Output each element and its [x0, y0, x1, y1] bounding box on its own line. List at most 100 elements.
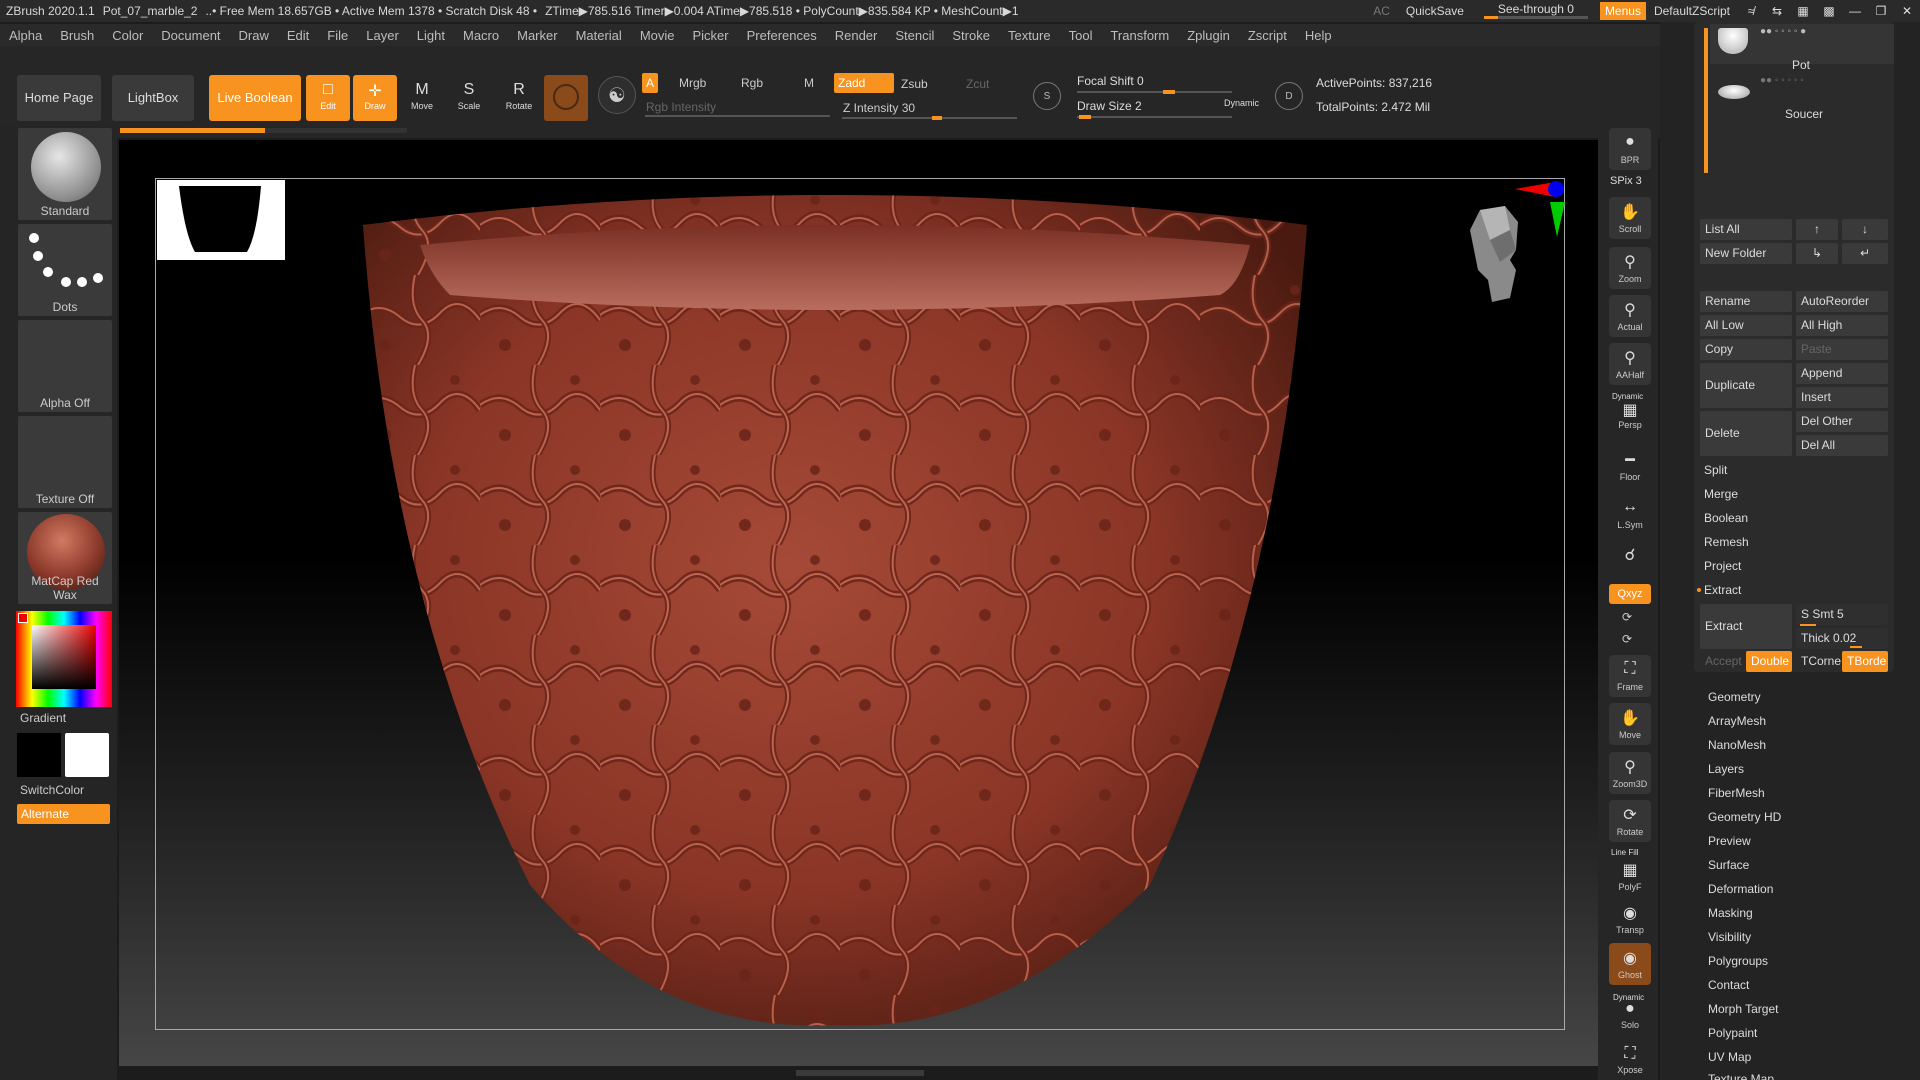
menus-toggle[interactable]: Menus: [1599, 2, 1646, 20]
dynamic-d-icon[interactable]: D: [1275, 82, 1303, 110]
pot-model[interactable]: [360, 185, 1310, 1035]
project-section[interactable]: Project: [1700, 555, 1892, 577]
lock-button[interactable]: ☌: [1609, 540, 1651, 582]
list-all-button[interactable]: List All: [1700, 219, 1792, 240]
rename-button[interactable]: Rename: [1700, 291, 1792, 312]
navigation-preview[interactable]: [157, 180, 285, 260]
menu-preferences[interactable]: Preferences: [738, 28, 826, 43]
edit-button[interactable]: □ Edit: [306, 75, 350, 121]
menu-edit[interactable]: Edit: [278, 28, 318, 43]
menu-marker[interactable]: Marker: [508, 28, 566, 43]
geometry-hd-section[interactable]: Geometry HD: [1708, 810, 1781, 824]
layers-section[interactable]: Layers: [1708, 762, 1744, 776]
close-icon[interactable]: ✕: [1894, 4, 1920, 18]
yin-yang-icon[interactable]: ☯: [598, 76, 636, 114]
subtool-item-pot[interactable]: ●● ◦ ◦ ◦ ◦ ● Pot: [1710, 24, 1894, 72]
texture-thumbnail[interactable]: Texture Off: [18, 416, 112, 508]
xpose-button[interactable]: ⛶ Xpose: [1609, 1040, 1651, 1078]
palette-icon[interactable]: ▦: [1790, 4, 1816, 18]
material-thumbnail[interactable]: MatCap Red Wax: [18, 512, 112, 604]
split-section[interactable]: Split: [1700, 459, 1892, 481]
move-button[interactable]: M Move: [400, 75, 444, 121]
insert-button[interactable]: Insert: [1796, 387, 1888, 408]
lsym-button[interactable]: ↔ L.Sym: [1609, 493, 1651, 535]
z-rotate-icon[interactable]: ⟳: [1622, 632, 1632, 646]
floor-button[interactable]: ━ Floor: [1609, 445, 1651, 487]
minimize-icon[interactable]: —: [1842, 4, 1868, 18]
ui-layout-icon[interactable]: ≉: [1738, 4, 1764, 18]
subtool-visibility-icons[interactable]: ●● ◦ ◦ ◦ ◦ ●: [1760, 26, 1806, 37]
menu-macro[interactable]: Macro: [454, 28, 508, 43]
merge-section[interactable]: Merge: [1700, 483, 1892, 505]
s-smt-slider[interactable]: S Smt 5: [1796, 604, 1888, 625]
autoreorder-button[interactable]: AutoReorder: [1796, 291, 1888, 312]
rotate-button[interactable]: R Rotate: [497, 75, 541, 121]
preview-section[interactable]: Preview: [1708, 834, 1751, 848]
deformation-section[interactable]: Deformation: [1708, 882, 1773, 896]
polyf-button[interactable]: ▦ PolyF: [1609, 855, 1651, 897]
actual-button[interactable]: ⚲ Actual: [1609, 295, 1651, 337]
y-rotate-icon[interactable]: ⟳: [1622, 610, 1632, 624]
menu-document[interactable]: Document: [152, 28, 229, 43]
draw-size-slider[interactable]: Draw Size 2: [1077, 99, 1142, 113]
all-low-button[interactable]: All Low: [1700, 315, 1792, 336]
menu-render[interactable]: Render: [826, 28, 887, 43]
focal-shift-slider[interactable]: Focal Shift 0: [1077, 74, 1144, 88]
swap-icon[interactable]: ⇆: [1764, 4, 1790, 18]
thick-slider[interactable]: Thick 0.02: [1796, 628, 1888, 649]
subtool-scrollbar[interactable]: [1704, 28, 1708, 173]
polypaint-section[interactable]: Polypaint: [1708, 1026, 1757, 1040]
folder-link-icon[interactable]: ↳: [1796, 243, 1838, 264]
extract-button[interactable]: Extract: [1700, 604, 1792, 649]
dynamic-size-button[interactable]: Dynamic: [1224, 98, 1259, 108]
quicksave-button[interactable]: QuickSave: [1398, 0, 1472, 22]
rgb-intensity-slider[interactable]: Rgb Intensity: [642, 97, 720, 117]
solo-button[interactable]: ● Solo: [1609, 1000, 1651, 1032]
menu-tool[interactable]: Tool: [1060, 28, 1102, 43]
menu-movie[interactable]: Movie: [631, 28, 684, 43]
append-button[interactable]: Append: [1796, 363, 1888, 384]
alternate-button[interactable]: Alternate: [17, 804, 110, 824]
zsub-toggle[interactable]: Zsub: [897, 74, 932, 94]
main-color-swatch[interactable]: [17, 733, 61, 777]
transp-button[interactable]: ◉ Transp: [1609, 898, 1651, 940]
zadd-toggle[interactable]: Zadd: [834, 73, 894, 93]
brush-thumbnail[interactable]: Standard: [18, 128, 112, 220]
new-folder-button[interactable]: New Folder: [1700, 243, 1792, 264]
del-other-button[interactable]: Del Other: [1796, 411, 1888, 432]
move-down-icon[interactable]: ↓: [1842, 219, 1888, 240]
home-page-button[interactable]: Home Page: [17, 75, 101, 121]
menu-transform[interactable]: Transform: [1101, 28, 1178, 43]
live-boolean-button[interactable]: Live Boolean: [209, 75, 301, 121]
folder-return-icon[interactable]: ↵: [1842, 243, 1888, 264]
stroke-thumbnail[interactable]: Dots: [18, 224, 112, 316]
menu-stroke[interactable]: Stroke: [943, 28, 999, 43]
move-view-button[interactable]: ✋ Move: [1609, 703, 1651, 745]
boolean-section[interactable]: Boolean: [1700, 507, 1892, 529]
switch-color-button[interactable]: SwitchColor: [20, 783, 84, 797]
scale-button[interactable]: S Scale: [447, 75, 491, 121]
menu-layer[interactable]: Layer: [357, 28, 408, 43]
menu-picker[interactable]: Picker: [684, 28, 738, 43]
xyz-rotate-button[interactable]: Qxyz: [1609, 584, 1651, 604]
gradient-label[interactable]: Gradient: [20, 711, 66, 725]
surface-section[interactable]: Surface: [1708, 858, 1749, 872]
spix-slider[interactable]: SPix 3: [1610, 175, 1642, 187]
visibility-section[interactable]: Visibility: [1708, 930, 1751, 944]
draw-button[interactable]: ✛ Draw: [353, 75, 397, 121]
bottom-scroll-handle[interactable]: [796, 1070, 924, 1076]
subtool-item-soucer[interactable]: ●● ◦ ◦ ◦ ◦ ◦ Soucer: [1710, 73, 1894, 121]
ghost-button[interactable]: ◉ Ghost: [1609, 943, 1651, 985]
aahalf-button[interactable]: ⚲ AAHalf: [1609, 343, 1651, 385]
texture-map-section[interactable]: Texture Map: [1708, 1072, 1774, 1080]
menu-draw[interactable]: Draw: [230, 28, 278, 43]
menu-texture[interactable]: Texture: [999, 28, 1060, 43]
rgb-toggle[interactable]: Rgb: [737, 73, 767, 93]
menu-light[interactable]: Light: [408, 28, 454, 43]
menu-stencil[interactable]: Stencil: [886, 28, 943, 43]
alpha-thumbnail[interactable]: Alpha Off: [18, 320, 112, 412]
rotate-view-button[interactable]: ⟳ Rotate: [1609, 800, 1651, 842]
lightbox-button[interactable]: LightBox: [112, 75, 194, 121]
duplicate-button[interactable]: Duplicate: [1700, 363, 1792, 408]
double-toggle[interactable]: Double: [1746, 651, 1792, 672]
